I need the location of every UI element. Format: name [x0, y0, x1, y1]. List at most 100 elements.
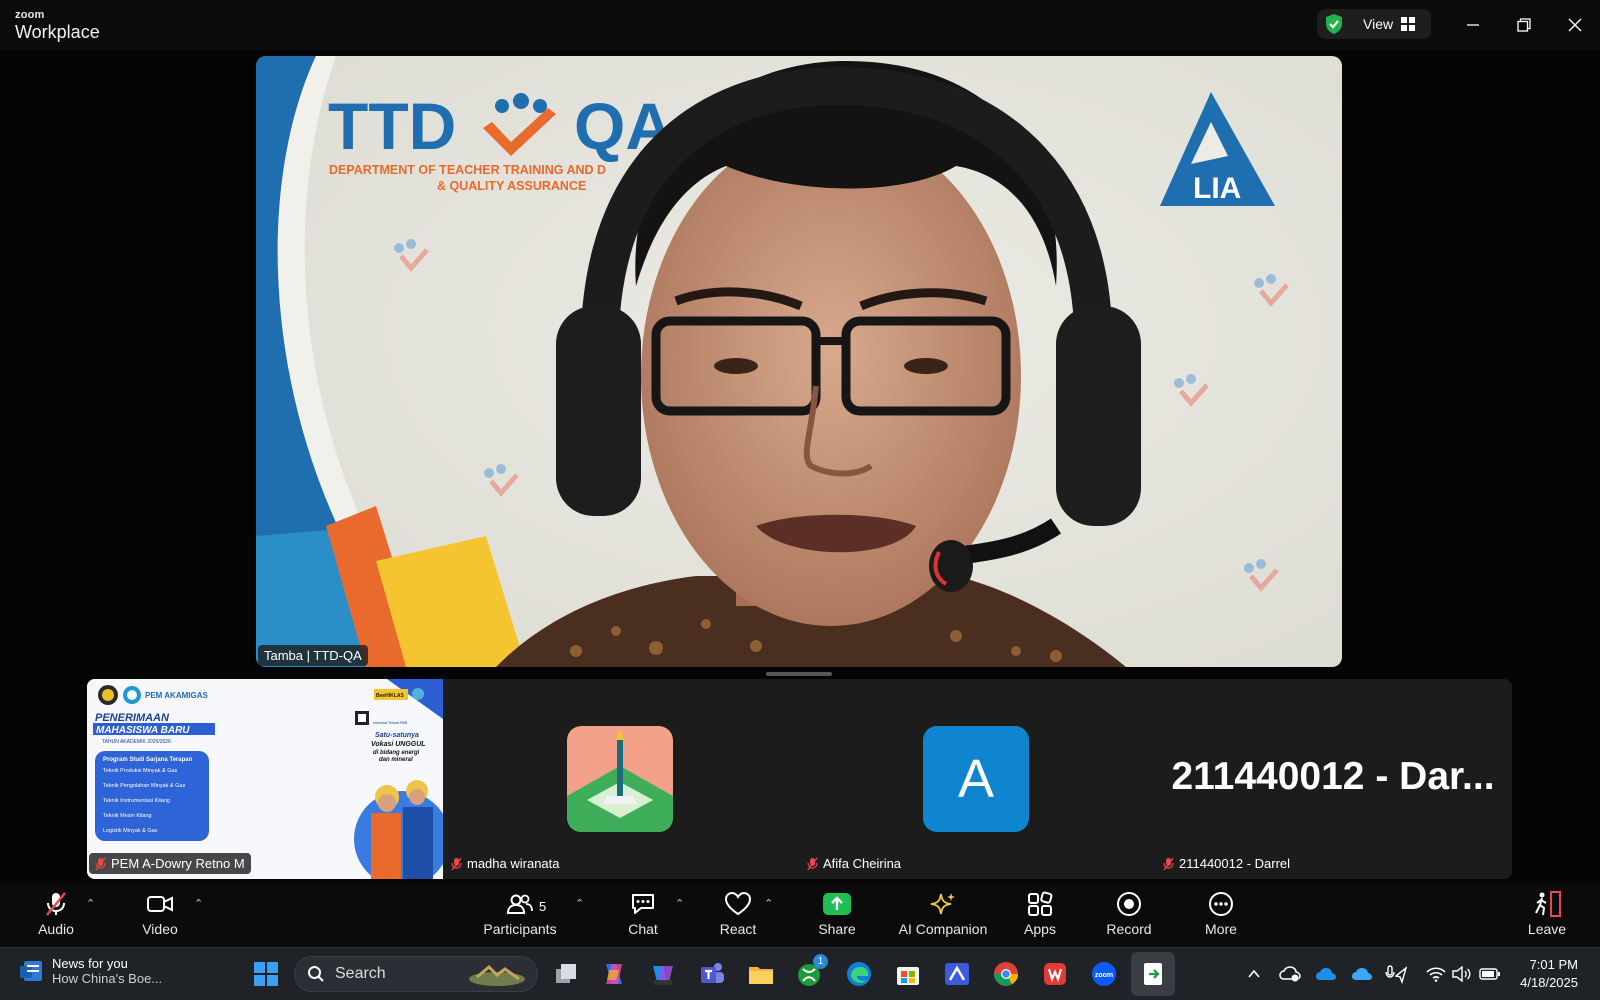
poster-year: TAHUN AKADEMIK 2025/2026 [102, 739, 171, 745]
grid-view-icon [1401, 17, 1416, 31]
show-hidden-icons[interactable] [1244, 958, 1264, 990]
share-button[interactable]: Share [815, 881, 859, 947]
brand-big: Workplace [15, 22, 100, 42]
tray-battery[interactable] [1478, 958, 1502, 990]
ai-companion-label: AI Companion [898, 921, 988, 937]
brand-small: zoom [15, 9, 45, 21]
more-button[interactable]: More [1199, 881, 1243, 947]
chat-options-caret[interactable]: ⌃ [675, 897, 684, 910]
speaker-name: Tamba | TTD-QA [264, 648, 362, 663]
encryption-shield-icon [1326, 14, 1342, 34]
task-view-button[interactable] [550, 958, 582, 990]
poster-tagline1: Satu-satunya [375, 732, 419, 739]
task-view-icon [556, 964, 576, 983]
view-button[interactable]: View [1317, 9, 1431, 39]
active-app[interactable] [1131, 952, 1175, 996]
title-bar: zoom Workplace View [0, 0, 1600, 50]
teams-icon [701, 963, 724, 983]
zoom-app[interactable]: zoom [1088, 958, 1120, 990]
wifi-icon [1426, 967, 1446, 982]
ai-companion-button[interactable]: AI Companion [898, 881, 988, 947]
video-label: Video [142, 921, 178, 937]
participants-label: Participants [483, 921, 557, 937]
teams-app[interactable] [696, 958, 728, 990]
restore-button[interactable] [1510, 11, 1538, 39]
participant-tile[interactable]: 211440012 - Dar... 211440012 - Darrel [1155, 679, 1512, 879]
news-title: News for you [52, 956, 128, 971]
participant-name-badge: madha wiranata [445, 853, 566, 874]
tray-onedrive-2[interactable] [1350, 958, 1374, 990]
search-icon [308, 966, 324, 982]
leave-button[interactable]: Leave [1525, 881, 1569, 947]
participant-name: PEM A-Dowry Retno M [111, 856, 245, 871]
react-options-caret[interactable]: ⌃ [764, 897, 773, 910]
audio-button[interactable]: Audio [30, 881, 82, 947]
tray-onedrive[interactable] [1314, 958, 1338, 990]
minimize-button[interactable] [1459, 11, 1487, 39]
xbox-app[interactable]: 1 [794, 954, 828, 990]
volume-icon [1452, 966, 1471, 982]
search-highlight-icon [469, 964, 525, 986]
muted-mic-icon [46, 892, 66, 916]
more-dots-icon [1209, 892, 1233, 916]
tray-wifi[interactable] [1424, 958, 1448, 990]
chat-label: Chat [628, 921, 658, 937]
audio-options-caret[interactable]: ⌃ [86, 897, 95, 910]
participants-count: 5 [539, 899, 547, 914]
record-button[interactable]: Record [1106, 881, 1152, 947]
edge-app[interactable] [843, 958, 875, 990]
record-icon [1117, 892, 1141, 916]
tray-mic-location[interactable] [1384, 958, 1408, 990]
tray-cloud-sync[interactable] [1278, 958, 1302, 990]
zoom-icon: zoom [1092, 962, 1116, 986]
mic-location-icon [1385, 965, 1407, 984]
react-label: React [719, 921, 757, 937]
participants-options-caret[interactable]: ⌃ [575, 897, 584, 910]
poster-program-2: Teknik Pengolahan Minyak & Gas [103, 783, 185, 789]
xbox-badge: 1 [813, 954, 828, 969]
video-button[interactable]: Video [136, 881, 184, 947]
wps-office-app[interactable] [1039, 958, 1071, 990]
apps-button[interactable]: Apps [1019, 881, 1061, 947]
pen-app[interactable] [941, 958, 973, 990]
poster-tagline4: dan mineral [379, 757, 413, 763]
file-explorer-app[interactable] [745, 958, 777, 990]
participants-button[interactable]: Participants [483, 881, 557, 947]
active-speaker-video[interactable]: TTD QA DEPARTMENT OF TEACHER TRAINING AN… [256, 56, 1342, 667]
dept-line-2: & QUALITY ASSURANCE [437, 179, 586, 193]
copilot-app[interactable] [598, 958, 630, 990]
taskbar-clock[interactable]: 7:01 PM 4/18/2025 [1520, 956, 1578, 992]
participant-tile[interactable]: A Afifa Cheirina [799, 679, 1155, 879]
microsoft-store-app[interactable] [892, 958, 924, 990]
video-camera-icon [147, 896, 173, 912]
chrome-app[interactable] [990, 958, 1022, 990]
view-label: View [1363, 16, 1394, 32]
resize-handle[interactable] [766, 672, 832, 676]
poster-program-5: Logistik Minyak & Gas [103, 828, 158, 834]
poster-title1: PENERIMAAN [95, 712, 170, 724]
pen-app-icon [945, 963, 969, 985]
taskbar-search[interactable]: Search [294, 956, 538, 992]
close-button[interactable] [1561, 11, 1589, 39]
poster-image: PEM AKAMIGAS PENERIMAAN MAHASISWA BARU T… [87, 679, 450, 879]
wps-icon [1044, 963, 1066, 985]
chat-button[interactable]: Chat [622, 881, 664, 947]
heart-icon [724, 891, 752, 916]
apps-label: Apps [1024, 921, 1056, 937]
muted-mic-icon [95, 857, 106, 870]
clock-time: 7:01 PM [1529, 957, 1578, 972]
news-widget[interactable]: News for you How China's Boe... [18, 956, 162, 986]
apps-icon [1028, 891, 1053, 916]
onedrive-icon [1316, 968, 1336, 980]
muted-mic-icon [451, 857, 462, 870]
video-options-caret[interactable]: ⌃ [194, 897, 203, 910]
react-button[interactable]: React [716, 881, 760, 947]
participant-strip: PEM AKAMIGAS PENERIMAAN MAHASISWA BARU T… [87, 679, 1512, 879]
start-button[interactable] [250, 958, 282, 990]
participant-tile[interactable]: PEM AKAMIGAS PENERIMAAN MAHASISWA BARU T… [87, 679, 450, 879]
poster-org: PEM AKAMIGAS [145, 691, 208, 700]
poster-tag: BeeHIKLAS [376, 693, 404, 699]
m365-copilot-app[interactable] [647, 958, 679, 990]
tray-volume[interactable] [1450, 958, 1474, 990]
participant-tile[interactable]: madha wiranata [443, 679, 799, 879]
